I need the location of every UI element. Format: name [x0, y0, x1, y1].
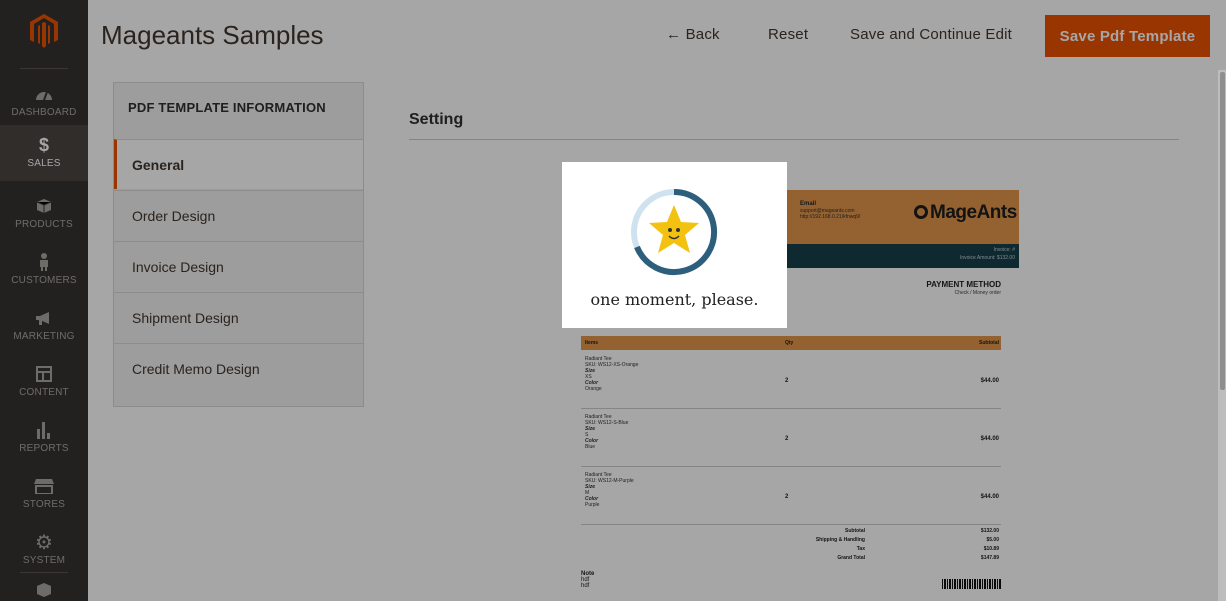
loading-text: one moment, please.: [590, 290, 759, 309]
loading-popup: one moment, please.: [562, 162, 787, 328]
overlay-sidebar-region: [0, 0, 88, 601]
loading-spinner-icon: [631, 189, 718, 275]
scrollbar-thumb[interactable]: [1220, 72, 1225, 390]
